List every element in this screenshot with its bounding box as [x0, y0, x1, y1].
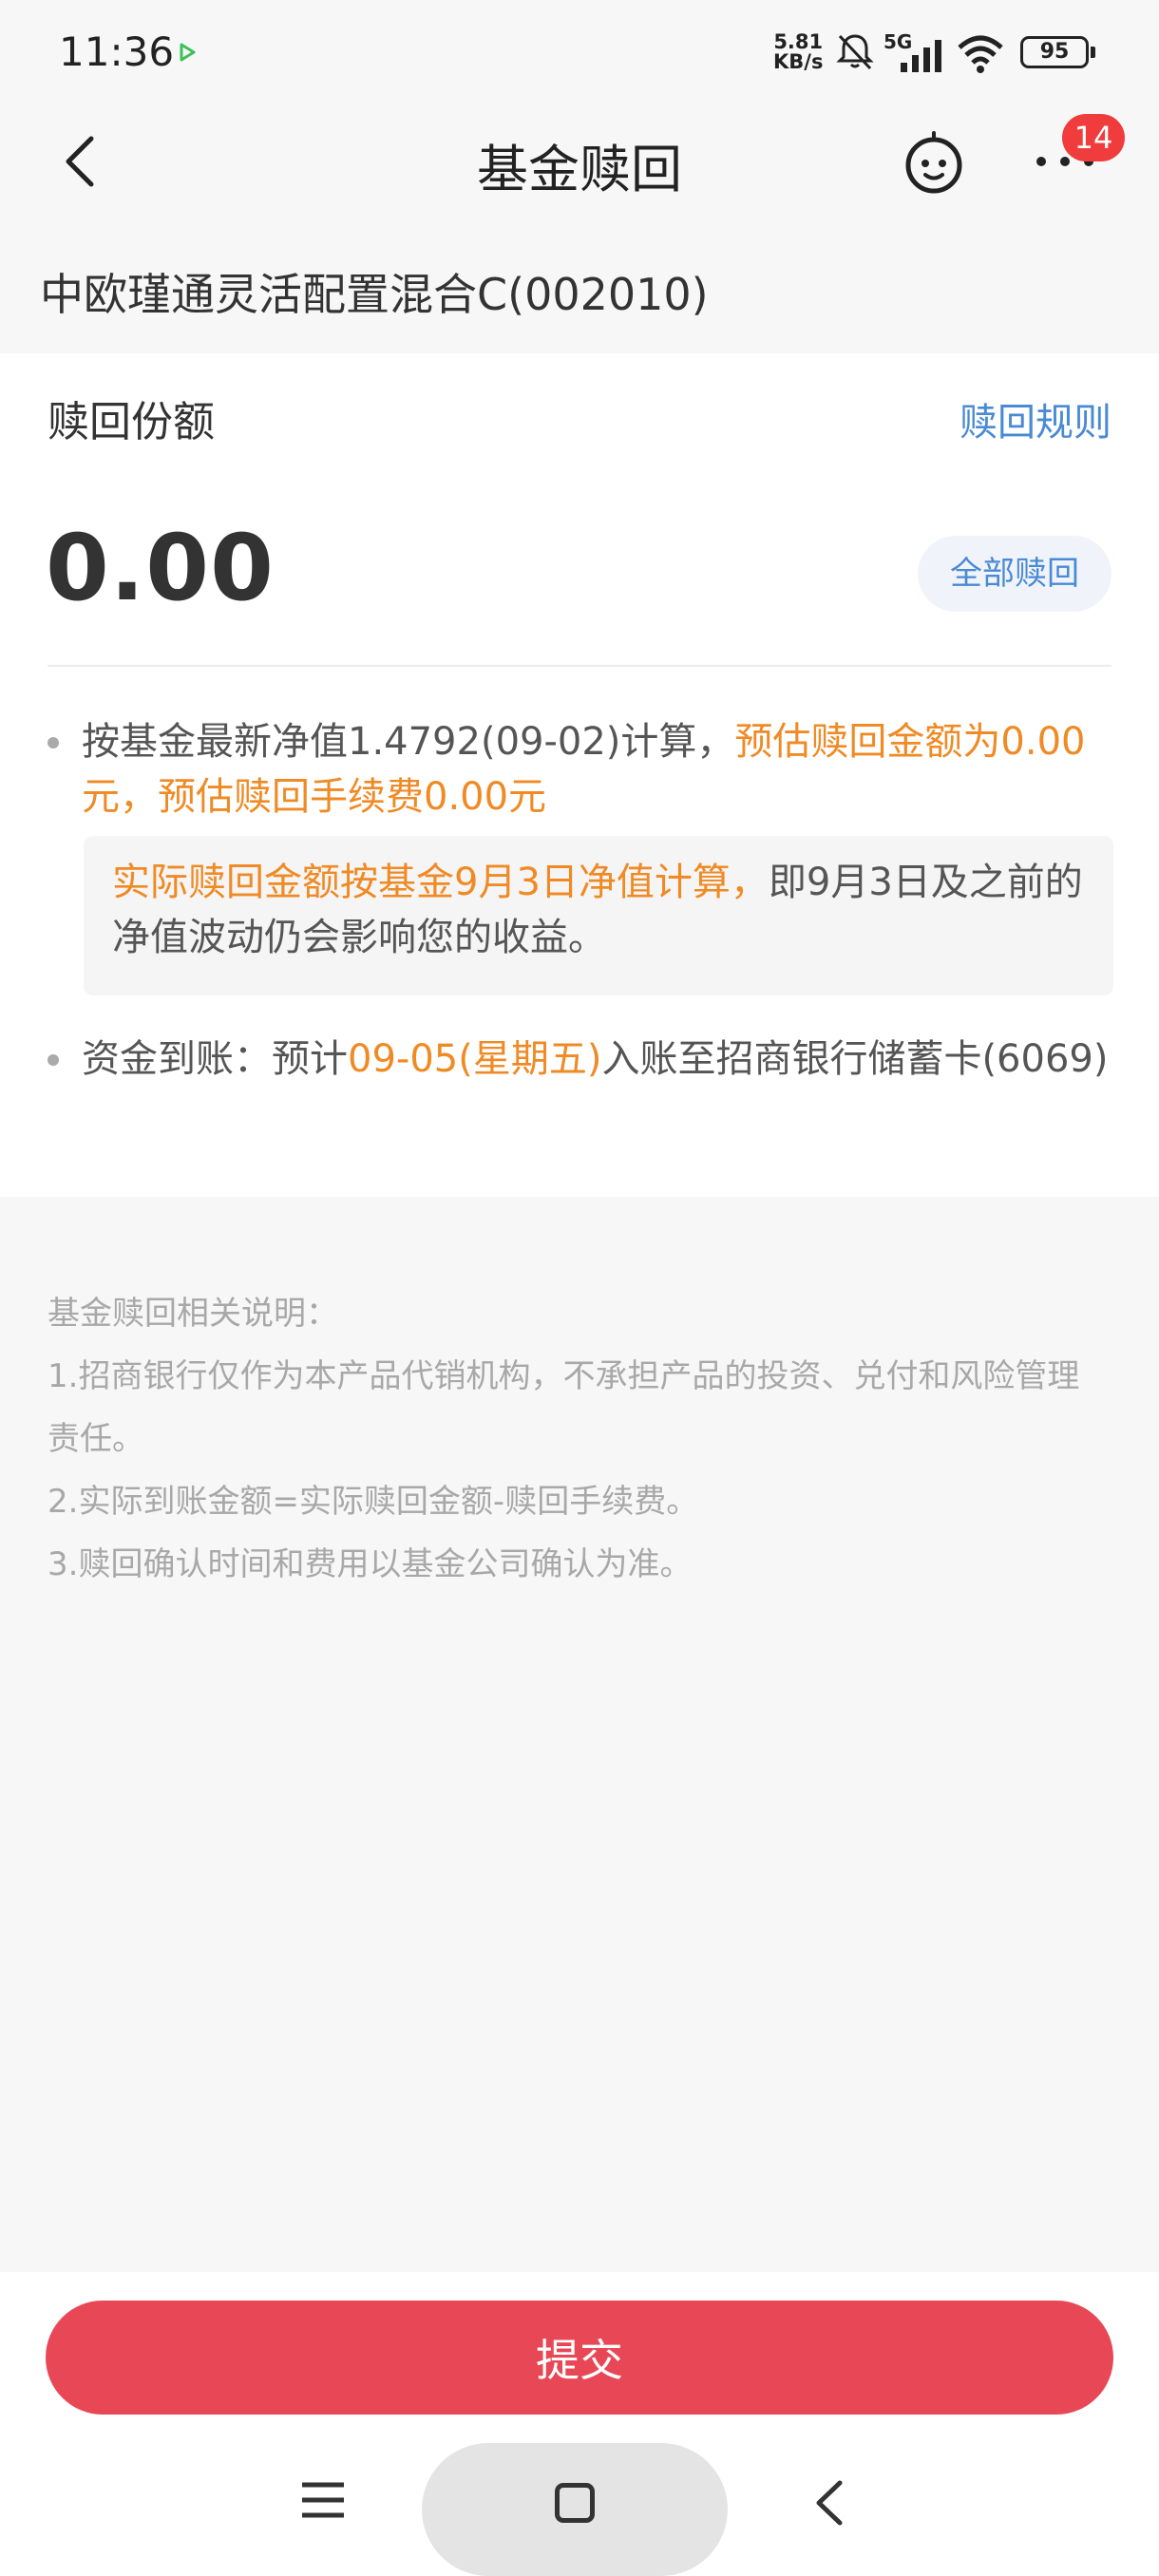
- nav-notice-box: 实际赎回金额按基金9月3日净值计算，即9月3日及之前的净值波动仍会影响您的收益。: [84, 836, 1113, 995]
- explanation-item: 1.招商银行仅作为本产品代销机构，不承担产品的投资、兑付和风险管理责任。: [48, 1357, 1080, 1458]
- estimate-text: 按基金最新净值1.4792(09-02)计算，预估赎回金额为0.00元，预估赎回…: [82, 714, 1113, 824]
- redeem-shares-label: 赎回份额: [48, 398, 215, 446]
- battery-icon: 95: [1020, 36, 1096, 68]
- arrival-suffix: 入账至招商银行储蓄卡(6069): [601, 1037, 1109, 1081]
- menu-lines-icon[interactable]: [300, 2481, 346, 2519]
- bullet-dot: [48, 737, 59, 748]
- redeem-card: 赎回份额 赎回规则 0.00 全部赎回 按基金最新净值1.4792(09-02)…: [0, 353, 1159, 1197]
- battery-tip: [1091, 47, 1095, 58]
- wifi-icon: [958, 35, 1003, 73]
- battery-level: 95: [1039, 40, 1070, 64]
- redeem-all-button[interactable]: 全部赎回: [918, 536, 1112, 612]
- bell-muted-icon: [836, 34, 874, 70]
- arrival-prefix: 资金到账：预计: [82, 1037, 348, 1081]
- estimate-info: 按基金最新净值1.4792(09-02)计算，预估赎回金额为0.00元，预估赎回…: [48, 714, 1112, 828]
- nav-calc-text: 按基金最新净值1.4792(09-02)计算，: [82, 720, 735, 764]
- play-icon: [180, 43, 196, 62]
- page-title: 基金赎回: [477, 140, 682, 199]
- signal-bars-icon: [901, 40, 941, 72]
- status-bar: 11:36 5.81 KB/s 5G 95: [0, 0, 1159, 104]
- fund-redeem-page: 11:36 5.81 KB/s 5G 95 基金赎回 14 中欧瑾通灵活配置混合…: [0, 0, 1159, 2576]
- redeem-explanation: 基金赎回相关说明： 1.招商银行仅作为本产品代销机构，不承担产品的投资、兑付和风…: [48, 1282, 1112, 1596]
- smiley-bot-icon[interactable]: [901, 129, 967, 196]
- status-time: 11:36: [59, 28, 175, 75]
- nav-bar: 基金赎回: [0, 104, 1159, 218]
- redeem-amount-input[interactable]: 0.00: [46, 515, 275, 621]
- network-speed-unit: KB/s: [773, 50, 824, 73]
- network-speed: 5.81 KB/s: [773, 32, 823, 72]
- arrival-date: 09-05(星期五): [348, 1037, 602, 1081]
- submit-button[interactable]: 提交: [46, 2301, 1113, 2415]
- back-button[interactable]: [57, 133, 104, 190]
- arrival-info: 资金到账：预计09-05(星期五)入账至招商银行储蓄卡(6069): [48, 1032, 1112, 1146]
- explanation-heading: 基金赎回相关说明：: [48, 1295, 338, 1333]
- explanation-item: 3.赎回确认时间和费用以基金公司确认为准。: [48, 1545, 693, 1583]
- network-speed-value: 5.81: [773, 30, 824, 53]
- divider: [48, 665, 1112, 667]
- notification-badge: 14: [1062, 114, 1125, 161]
- notice-highlight: 实际赎回金额按基金9月3日净值计算，: [112, 861, 769, 904]
- home-square-icon: [555, 2483, 595, 2523]
- redeem-rules-link[interactable]: 赎回规则: [960, 391, 1112, 446]
- arrival-text: 资金到账：预计09-05(星期五)入账至招商银行储蓄卡(6069): [82, 1032, 1113, 1087]
- explanation-item: 2.实际到账金额=实际赎回金额-赎回手续费。: [48, 1483, 699, 1521]
- bullet-dot: [48, 1054, 59, 1066]
- fund-name: 中欧瑾通灵活配置混合C(002010): [40, 269, 709, 320]
- back-chevron-icon[interactable]: [809, 2479, 847, 2527]
